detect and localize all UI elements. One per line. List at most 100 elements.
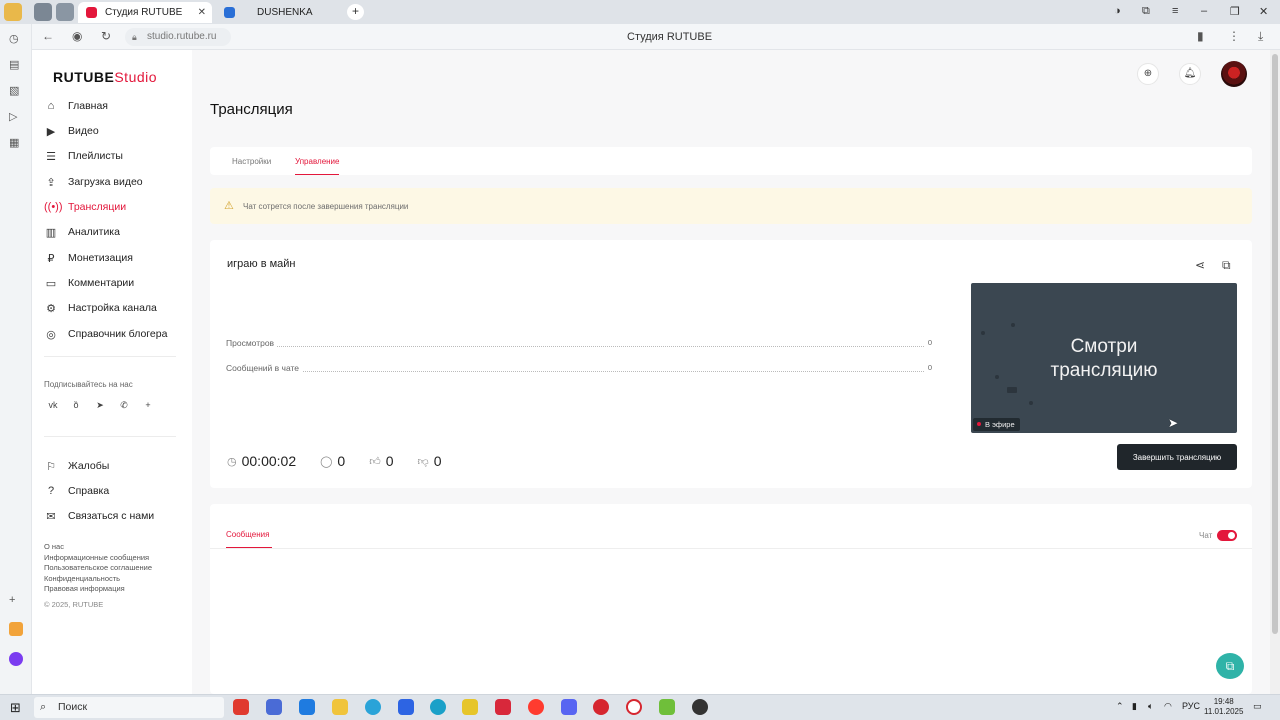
minecraft-app-icon[interactable]	[659, 699, 675, 715]
reload-icon[interactable]: ↻	[101, 29, 111, 43]
pinned-tab-icon[interactable]	[34, 3, 52, 21]
edge-app-icon[interactable]	[430, 699, 446, 715]
browser-app-icon[interactable]	[626, 699, 642, 715]
windows-start-icon[interactable]: ⊞	[10, 700, 21, 716]
sidebar-item-comments[interactable]: ▭ Комментарии	[44, 273, 134, 293]
collections-icon[interactable]: ▧	[9, 84, 19, 97]
apps-icon[interactable]: ▦	[9, 136, 19, 149]
footer-link-about[interactable]: О нас	[44, 542, 64, 551]
logo-main: RUTUBE	[53, 69, 115, 85]
sidebar-item-broadcasts[interactable]: ((•)) Трансляции	[44, 197, 126, 217]
more-icon[interactable]: ⋮	[1228, 29, 1240, 43]
mail-app-icon[interactable]	[299, 699, 315, 715]
more-socials-icon[interactable]: +	[140, 400, 156, 414]
notes-icon[interactable]: ▤	[9, 58, 19, 71]
ok-icon[interactable]: ȍ	[68, 400, 84, 414]
tab-settings[interactable]: Настройки	[232, 157, 271, 166]
avatar[interactable]	[1221, 61, 1247, 87]
history-icon[interactable]: ◷	[9, 32, 19, 45]
minimize-icon[interactable]: –	[1201, 5, 1207, 17]
volume-icon[interactable]: 🔈︎	[1148, 701, 1153, 712]
new-tab-button[interactable]: +	[347, 4, 364, 20]
network-icon[interactable]: ◠	[1164, 701, 1172, 712]
tray-icon[interactable]: ▮	[1132, 701, 1137, 712]
chat-toggle[interactable]	[1217, 530, 1237, 541]
pinned-tab-icon[interactable]	[56, 3, 74, 21]
taskbar: ⊞ ⌕ Поиск ⌃ ▮ 🔈︎ ◠ РУС 19:48 11.01.2025 …	[0, 694, 1280, 720]
sidebar-item-help[interactable]: ? Справка	[44, 481, 109, 501]
store-app-icon[interactable]	[266, 699, 282, 715]
vk-icon[interactable]: vk	[45, 400, 61, 414]
player-icon[interactable]: ▷	[9, 110, 17, 123]
stat-label: Сообщений в чате	[226, 363, 303, 373]
video-icon: ▶	[46, 125, 56, 138]
notifications-icon[interactable]: ▭	[1253, 701, 1262, 712]
browser-tab-active[interactable]: Студия RUTUBE ✕	[78, 2, 212, 23]
extension-icon[interactable]: ◑	[1114, 5, 1121, 17]
sidebar-item-home[interactable]: ⌂ Главная	[44, 96, 108, 116]
sidebar-item-monetization[interactable]: ₽ Монетизация	[44, 248, 133, 268]
yandex-browser-icon[interactable]	[528, 699, 544, 715]
sidebar-item-channel-settings[interactable]: ⚙ Настройка канала	[44, 298, 157, 318]
stat-value: 0	[924, 338, 932, 347]
sidebar-item-video[interactable]: ▶ Видео	[44, 121, 99, 141]
bell-icon[interactable]: 🔔︎	[1179, 63, 1201, 85]
sidebar-item-complaints[interactable]: ⚐ Жалобы	[44, 456, 109, 476]
tab-messages[interactable]: Сообщения	[226, 530, 269, 539]
opera-app-icon[interactable]	[593, 699, 609, 715]
stream-preview[interactable]: Смотри трансляцию В эфире	[971, 283, 1237, 433]
rutube-studio-logo[interactable]: RUTUBEStudio	[53, 69, 157, 85]
sidebar-item-playlists[interactable]: ☰ Плейлисты	[44, 146, 123, 166]
taskbar-clock[interactable]: 19:48 11.01.2025	[1204, 697, 1243, 717]
end-stream-button[interactable]: Завершить трансляцию	[1117, 444, 1237, 470]
app-icon[interactable]	[495, 699, 511, 715]
tray-arrow-icon[interactable]: ⌃	[1116, 701, 1124, 712]
sidebar-item-contact[interactable]: ✉ Связаться с нами	[44, 506, 154, 526]
footer-link-privacy[interactable]: Конфиденциальность	[44, 574, 120, 583]
app-icon[interactable]	[9, 622, 23, 636]
app-icon[interactable]	[462, 699, 478, 715]
telegram-app-icon[interactable]	[365, 699, 381, 715]
bookmark-manager-icon[interactable]: ⧉	[1142, 5, 1150, 18]
yandex-app-icon[interactable]	[233, 699, 249, 715]
add-icon[interactable]: +	[9, 594, 15, 606]
alice-icon[interactable]	[9, 652, 23, 666]
open-external-icon[interactable]: ⧉	[1222, 258, 1231, 273]
sidebar-item-blogger-guide[interactable]: ◎ Справочник блогера	[44, 324, 167, 344]
footer-link-legal[interactable]: Правовая информация	[44, 584, 125, 593]
book-icon: ◎	[46, 328, 56, 341]
tab-management[interactable]: Управление	[295, 157, 340, 175]
download-icon[interactable]: ⤓	[1258, 29, 1263, 44]
browser-tab[interactable]: DUSHENKA	[216, 2, 340, 23]
url-field[interactable]: 🔒︎ studio.rutube.ru	[125, 28, 231, 46]
close-icon[interactable]: ✕	[198, 7, 206, 18]
footer-link-info[interactable]: Информационные сообщения	[44, 553, 149, 562]
scrollbar[interactable]	[1270, 50, 1280, 694]
create-icon[interactable]: ⊕	[1137, 63, 1159, 85]
sidebar-item-upload[interactable]: ⇪ Загрузка видео	[44, 172, 142, 192]
share-icon[interactable]: ⋖	[1195, 258, 1205, 272]
viber-icon[interactable]: ✆	[116, 400, 132, 414]
pinned-tab-icon[interactable]	[4, 3, 22, 21]
back-icon[interactable]: ←	[42, 29, 54, 43]
sidebar-item-analytics[interactable]: ▥ Аналитика	[44, 222, 120, 242]
close-window-icon[interactable]: ✕	[1259, 5, 1268, 18]
restore-icon[interactable]: ❐	[1230, 5, 1240, 18]
divider	[210, 548, 1252, 549]
menu-icon[interactable]: ≡	[1172, 5, 1178, 17]
support-chat-icon[interactable]: ⧉	[1216, 653, 1244, 679]
profile-icon[interactable]: ◉	[72, 29, 82, 43]
scrollbar-thumb[interactable]	[1272, 54, 1278, 634]
sidebar-item-label: Аналитика	[68, 226, 120, 238]
zoom-app-icon[interactable]	[398, 699, 414, 715]
taskbar-search[interactable]: ⌕ Поиск	[34, 697, 224, 718]
live-dot-icon	[977, 422, 981, 426]
obs-app-icon[interactable]	[692, 699, 708, 715]
telegram-icon[interactable]: ➤	[92, 400, 108, 414]
sidebar-item-label: Монетизация	[68, 252, 133, 264]
bookmark-icon[interactable]: ▮	[1197, 29, 1204, 43]
footer-link-terms[interactable]: Пользовательское соглашение	[44, 563, 152, 572]
folder-app-icon[interactable]	[332, 699, 348, 715]
discord-app-icon[interactable]	[561, 699, 577, 715]
language-indicator[interactable]: РУС	[1182, 701, 1200, 711]
